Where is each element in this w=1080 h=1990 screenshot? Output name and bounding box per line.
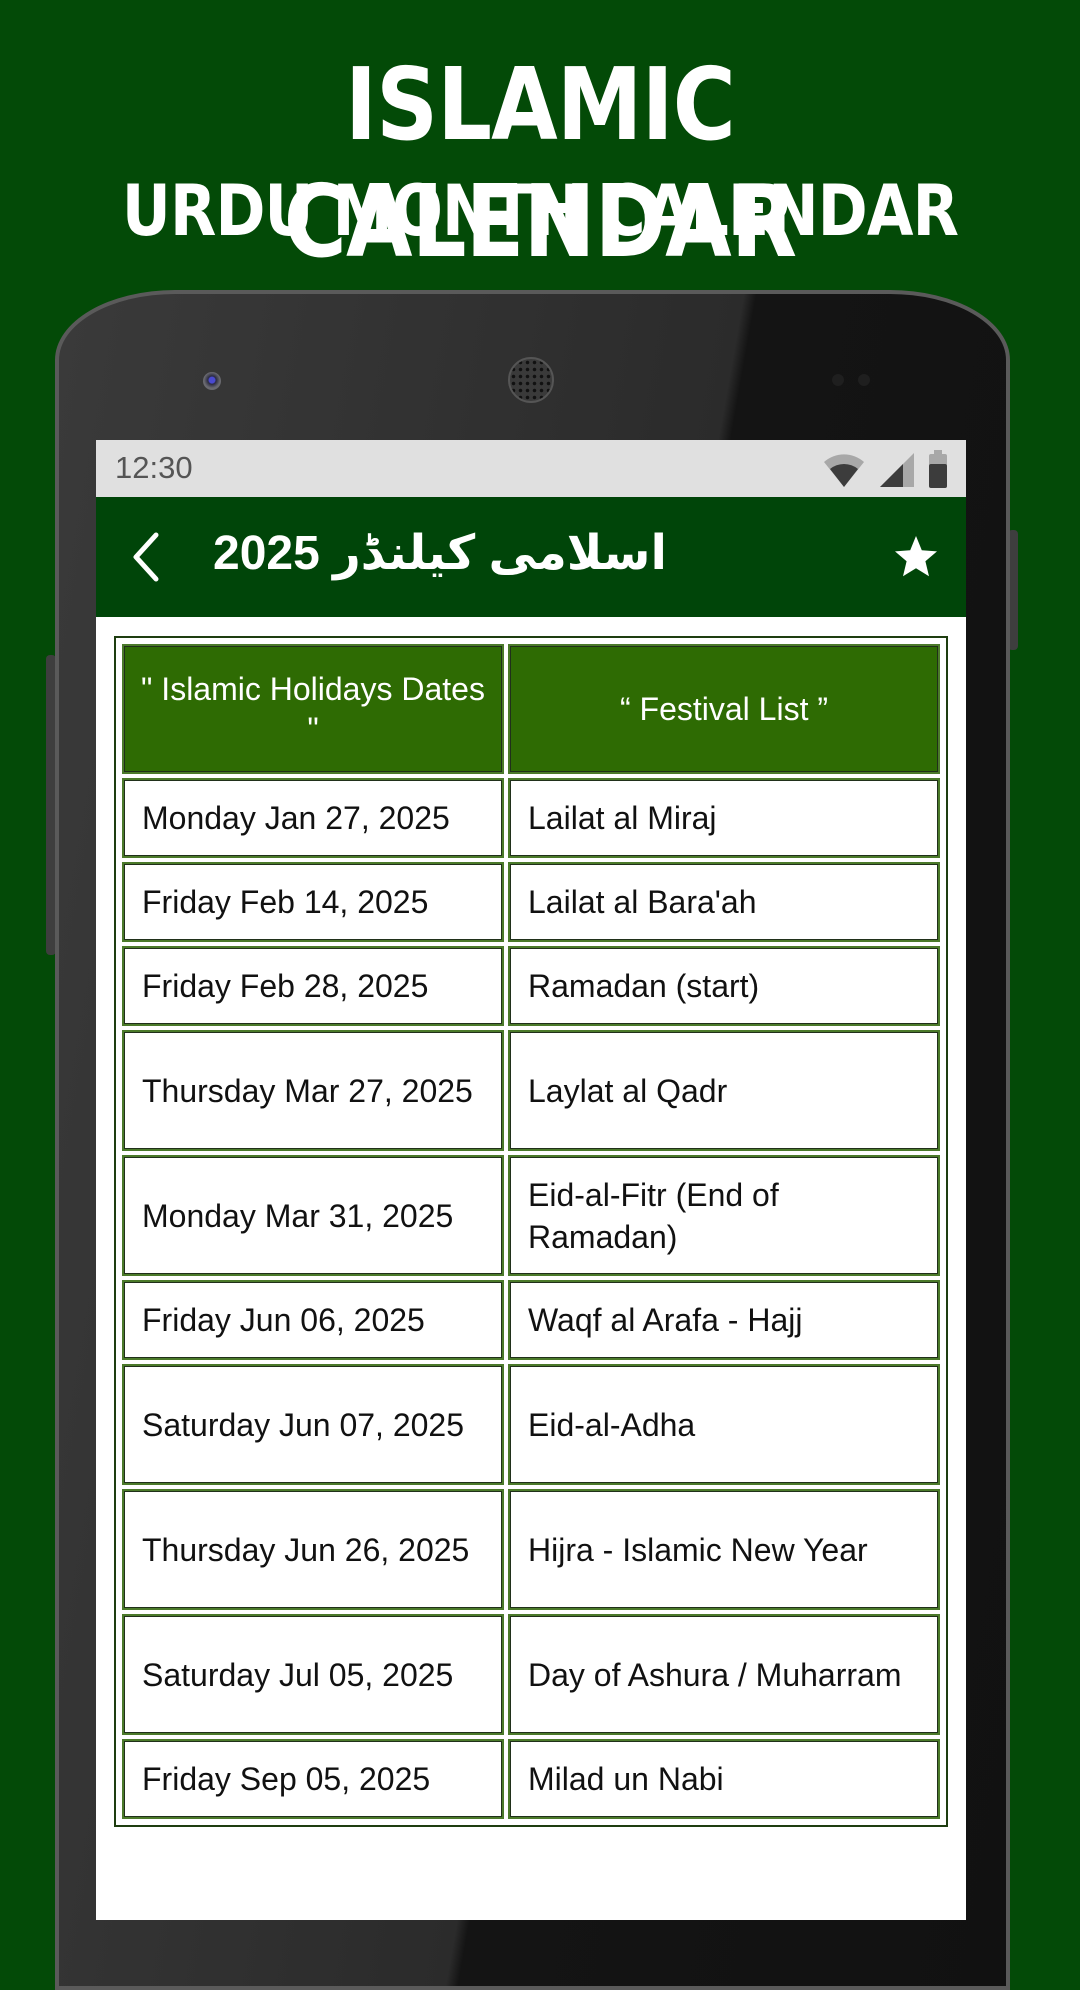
favorite-button[interactable] [892,533,940,581]
festival-cell: Ramadan (start) [508,946,940,1026]
date-cell: Friday Feb 28, 2025 [122,946,504,1026]
festival-cell: Laylat al Qadr [508,1030,940,1151]
festival-cell: Lailat al Bara'ah [508,862,940,942]
header-festival: “ Festival List ” [508,644,940,774]
date-cell: Thursday Mar 27, 2025 [122,1030,504,1151]
festival-cell: Day of Ashura / Muharram [508,1614,940,1735]
table-row: Saturday Jun 07, 2025 Eid-al-Adha [122,1364,940,1485]
date-cell: Monday Mar 31, 2025 [122,1155,504,1276]
holidays-table: " Islamic Holidays Dates " “ Festival Li… [114,636,948,1827]
back-button[interactable] [126,531,166,583]
date-cell: Friday Feb 14, 2025 [122,862,504,942]
festival-cell: Waqf al Arafa - Hajj [508,1280,940,1360]
table-row: Friday Sep 05, 2025 Milad un Nabi [122,1739,940,1819]
festival-cell: Hijra - Islamic New Year [508,1489,940,1610]
table-row: Saturday Jul 05, 2025 Day of Ashura / Mu… [122,1614,940,1735]
festival-cell: Eid-al-Adha [508,1364,940,1485]
status-bar: 12:30 [96,440,966,497]
table-header-row: " Islamic Holidays Dates " “ Festival Li… [122,644,940,774]
table-row: Thursday Jun 26, 2025 Hijra - Islamic Ne… [122,1489,940,1610]
light-sensor-icon [858,374,870,386]
festival-cell: Lailat al Miraj [508,778,940,858]
festival-cell: Milad un Nabi [508,1739,940,1819]
app-toolbar: اسلامی کیلنڈر 2025 [96,497,966,617]
date-cell: Thursday Jun 26, 2025 [122,1489,504,1610]
cell-signal-icon [880,453,914,487]
table-row: Monday Mar 31, 2025 Eid-al-Fitr (End of … [122,1155,940,1276]
table-row: Thursday Mar 27, 2025 Laylat al Qadr [122,1030,940,1151]
wifi-icon [824,454,864,487]
date-cell: Friday Sep 05, 2025 [122,1739,504,1819]
page-title: اسلامی کیلنڈر 2025 [213,527,667,580]
chevron-left-icon [133,532,159,582]
date-cell: Monday Jan 27, 2025 [122,778,504,858]
table-row: Monday Jan 27, 2025 Lailat al Miraj [122,778,940,858]
table-row: Friday Feb 14, 2025 Lailat al Bara'ah [122,862,940,942]
status-time: 12:30 [115,450,193,485]
earpiece-speaker-icon [508,357,554,403]
table-row: Friday Feb 28, 2025 Ramadan (start) [122,946,940,1026]
festival-cell: Eid-al-Fitr (End of Ramadan) [508,1155,940,1276]
app-screen: 12:30 اسلامی کیلنڈر 2025 " Islamic Holid… [96,440,966,1920]
front-camera-icon [203,372,221,390]
star-icon [895,536,937,577]
date-cell: Friday Jun 06, 2025 [122,1280,504,1360]
battery-icon [929,450,947,488]
header-dates: " Islamic Holidays Dates " [122,644,504,774]
proximity-sensor-icon [832,374,844,386]
promo-subtitle: URDU MONTH CALENDAR [121,170,959,252]
table-row: Friday Jun 06, 2025 Waqf al Arafa - Hajj [122,1280,940,1360]
date-cell: Saturday Jun 07, 2025 [122,1364,504,1485]
date-cell: Saturday Jul 05, 2025 [122,1614,504,1735]
